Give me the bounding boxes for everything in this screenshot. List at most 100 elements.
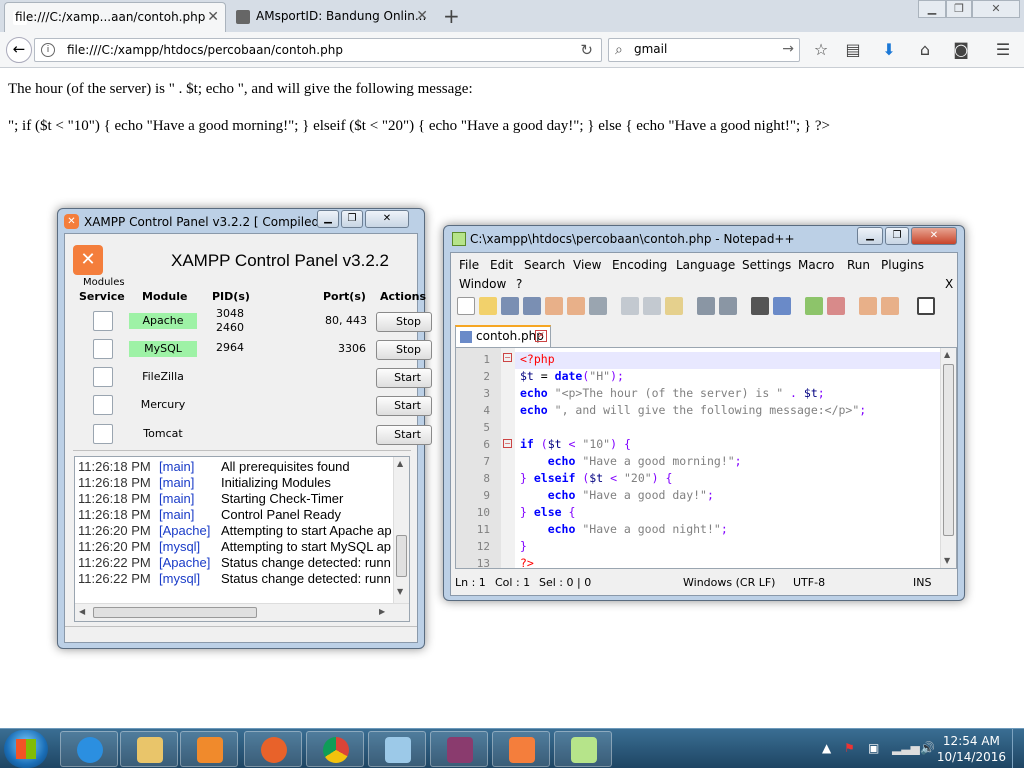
menu-encoding[interactable]: Encoding — [612, 258, 667, 272]
code-line[interactable]: } else { — [520, 505, 575, 519]
close-icon[interactable]: ✕ — [416, 8, 428, 24]
close-document-button[interactable]: X — [945, 277, 953, 291]
scroll-up-icon[interactable]: ▲ — [944, 350, 950, 359]
signal-strength-icon[interactable]: ▂▃▅ — [892, 741, 920, 755]
scrollbar-thumb[interactable] — [396, 535, 407, 577]
service-checkbox[interactable] — [93, 367, 113, 387]
sync-scroll-icon[interactable] — [859, 297, 877, 315]
info-icon[interactable]: i — [41, 43, 55, 57]
code-line[interactable]: if ($t < "10") { — [520, 437, 631, 451]
service-checkbox[interactable] — [93, 311, 113, 331]
search-input[interactable] — [634, 42, 774, 56]
fold-toggle-icon[interactable]: − — [503, 353, 512, 362]
pocket-icon[interactable]: ◙ — [950, 39, 972, 61]
menu-plugins[interactable]: Plugins — [881, 258, 924, 272]
url-text[interactable]: file:///C:/xampp/htdocs/percobaan/contoh… — [67, 43, 343, 57]
log-panel[interactable]: 11:26:18 PM [main] All prerequisites found… — [74, 456, 410, 622]
word-wrap-icon[interactable] — [881, 297, 899, 315]
url-bar[interactable]: i file:///C:/xampp/htdocs/percobaan/cont… — [34, 38, 602, 62]
menu-search[interactable]: Search — [524, 258, 565, 272]
copy-icon[interactable] — [643, 297, 661, 315]
close-icon[interactable]: ✕ — [207, 9, 219, 25]
taskbar-chrome[interactable] — [306, 731, 364, 767]
taskbar-explorer[interactable] — [120, 731, 178, 767]
menu-file[interactable]: File — [459, 258, 479, 272]
scroll-down-icon[interactable]: ▼ — [944, 556, 950, 565]
scrollbar-thumb[interactable] — [943, 364, 954, 536]
code-editor[interactable]: 1 2 3 4 5 6 7 8 9 10 11 12 13 − − <?php $… — [455, 347, 957, 569]
tab-contoh-php[interactable]: file:///C:/xamp...aan/contoh.php ✕ — [4, 2, 226, 32]
close-window-button[interactable]: ✕ — [972, 0, 1020, 18]
scroll-up-icon[interactable]: ▲ — [397, 459, 403, 468]
system-clock[interactable]: 12:54 AM 10/14/2016 — [937, 733, 1006, 765]
search-bar[interactable]: ⌕ → — [608, 38, 800, 62]
save-all-icon[interactable] — [523, 297, 541, 315]
menu-macro[interactable]: Macro — [798, 258, 834, 272]
close-window-button[interactable]: ✕ — [365, 210, 409, 228]
maximize-button[interactable]: ❐ — [885, 227, 909, 245]
vertical-scrollbar[interactable]: ▲ ▼ — [393, 457, 409, 603]
mercury-start-button[interactable]: Start — [376, 396, 432, 416]
code-line[interactable]: echo "Have a good night!"; — [520, 522, 728, 536]
apache-stop-button[interactable]: Stop — [376, 312, 432, 332]
tomcat-start-button[interactable]: Start — [376, 425, 432, 445]
show-all-characters-icon[interactable] — [917, 297, 935, 315]
taskbar-xampp[interactable] — [492, 731, 550, 767]
cut-icon[interactable] — [621, 297, 639, 315]
new-file-icon[interactable] — [457, 297, 475, 315]
undo-icon[interactable] — [697, 297, 715, 315]
minimize-button[interactable]: ▁ — [317, 210, 339, 228]
code-line[interactable]: echo ", and will give the following mess… — [520, 403, 866, 417]
service-checkbox[interactable] — [93, 395, 113, 415]
go-arrow-icon[interactable]: → — [782, 41, 794, 57]
code-line[interactable]: } — [520, 539, 527, 553]
zoom-out-icon[interactable] — [827, 297, 845, 315]
home-icon[interactable]: ⌂ — [914, 39, 936, 61]
scroll-right-icon[interactable]: ▶ — [379, 607, 385, 616]
network-icon[interactable]: ▣ — [868, 741, 879, 755]
maximize-button[interactable]: ❐ — [341, 210, 363, 228]
service-checkbox[interactable] — [93, 339, 113, 359]
new-tab-button[interactable]: + — [443, 4, 460, 28]
taskbar-winrar[interactable] — [430, 731, 488, 767]
fold-toggle-icon[interactable]: − — [503, 439, 512, 448]
open-file-icon[interactable] — [479, 297, 497, 315]
close-window-button[interactable]: ✕ — [911, 227, 957, 245]
horizontal-scrollbar[interactable]: ◀ ▶ — [75, 603, 409, 621]
tab-close-icon[interactable]: ✕ — [535, 330, 547, 342]
code-line[interactable]: echo "Have a good day!"; — [520, 488, 714, 502]
bookmark-star-icon[interactable]: ☆ — [810, 39, 832, 61]
show-hidden-icons-icon[interactable]: ▲ — [822, 741, 831, 755]
close-icon[interactable] — [545, 297, 563, 315]
scroll-down-icon[interactable]: ▼ — [397, 587, 403, 596]
minimize-button[interactable]: ▁ — [857, 227, 883, 245]
tab-contoh-php[interactable]: contoh.php ✕ — [455, 325, 551, 347]
code-line[interactable]: ?> — [520, 556, 534, 568]
start-button[interactable] — [4, 730, 48, 768]
close-all-icon[interactable] — [567, 297, 585, 315]
reading-list-icon[interactable]: ▤ — [842, 39, 864, 61]
menu-language[interactable]: Language — [676, 258, 735, 272]
menu-edit[interactable]: Edit — [490, 258, 513, 272]
back-button[interactable]: ← — [6, 37, 32, 63]
code-line[interactable]: echo "<p>The hour (of the server) is " .… — [520, 386, 825, 400]
taskbar-media[interactable] — [180, 731, 238, 767]
zoom-in-icon[interactable] — [805, 297, 823, 315]
code-line[interactable]: echo "Have a good morning!"; — [520, 454, 742, 468]
mysql-stop-button[interactable]: Stop — [376, 340, 432, 360]
scroll-left-icon[interactable]: ◀ — [79, 607, 85, 616]
action-center-icon[interactable]: ⚑ — [844, 741, 855, 755]
download-icon[interactable]: ⬇ — [878, 39, 900, 61]
menu-help[interactable]: ? — [516, 277, 522, 291]
find-icon[interactable] — [751, 297, 769, 315]
menu-icon[interactable]: ☰ — [992, 39, 1014, 61]
show-desktop-button[interactable] — [1012, 729, 1024, 768]
replace-icon[interactable] — [773, 297, 791, 315]
volume-icon[interactable]: 🔊 — [920, 741, 935, 755]
reload-icon[interactable]: ↻ — [580, 41, 593, 59]
editor-vertical-scrollbar[interactable]: ▲ ▼ — [940, 348, 956, 568]
paste-icon[interactable] — [665, 297, 683, 315]
tab-amsportid[interactable]: AMsportID: Bandung Onlin... ✕ — [228, 2, 434, 32]
code-line[interactable]: <?php — [520, 352, 555, 366]
scrollbar-thumb[interactable] — [93, 607, 257, 618]
